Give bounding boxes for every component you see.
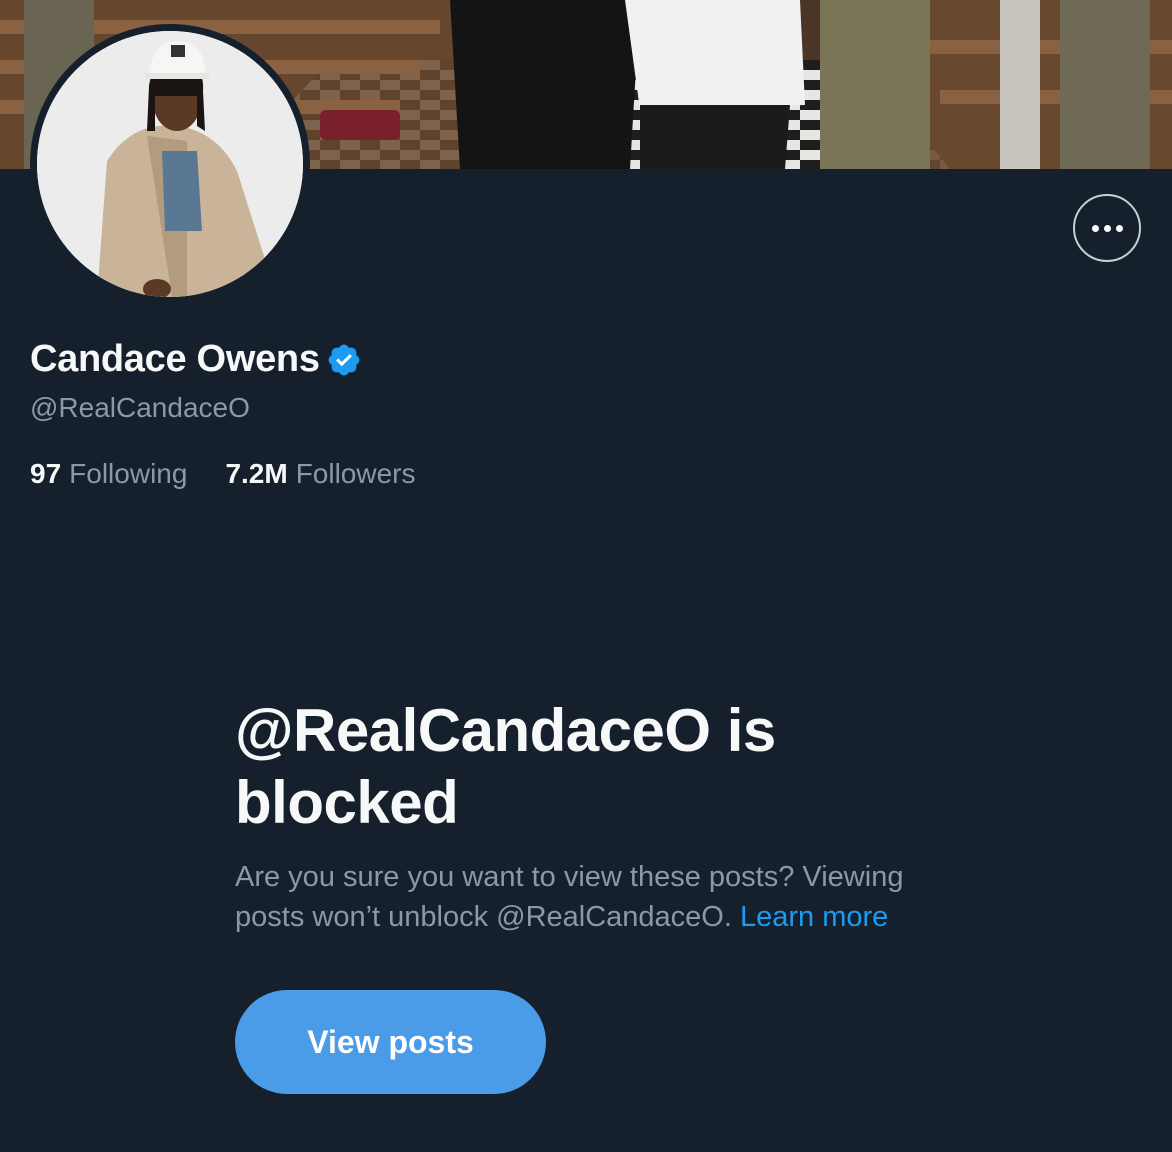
following-label: Following [69,458,188,489]
followers-label: Followers [295,458,416,489]
more-options-button[interactable] [1073,194,1141,262]
blocked-notice: @RealCandaceO is blocked Are you sure yo… [235,695,975,937]
profile-handle: @RealCandaceO [30,392,250,423]
blocked-description: Are you sure you want to view these post… [235,857,975,937]
view-posts-button[interactable]: View posts [235,990,546,1094]
followers-link[interactable]: 7.2M Followers [225,458,415,490]
display-name: Candace Owens [30,338,320,380]
followers-count: 7.2M [225,458,288,489]
avatar-photo [37,31,303,297]
blocked-title: @RealCandaceO is blocked [235,697,776,836]
more-horizontal-icon [1091,224,1099,232]
following-count: 97 [30,458,62,489]
profile-name-row: Candace Owens [30,338,362,381]
verified-badge-icon[interactable] [326,342,362,378]
profile-stats: 97 Following 7.2M Followers [30,458,416,490]
learn-more-link[interactable]: Learn more [740,901,888,933]
profile-avatar[interactable] [30,24,310,304]
profile-page: Candace Owens @RealCandaceO 97 Following… [0,0,1172,1152]
following-link[interactable]: 97 Following [30,458,187,490]
